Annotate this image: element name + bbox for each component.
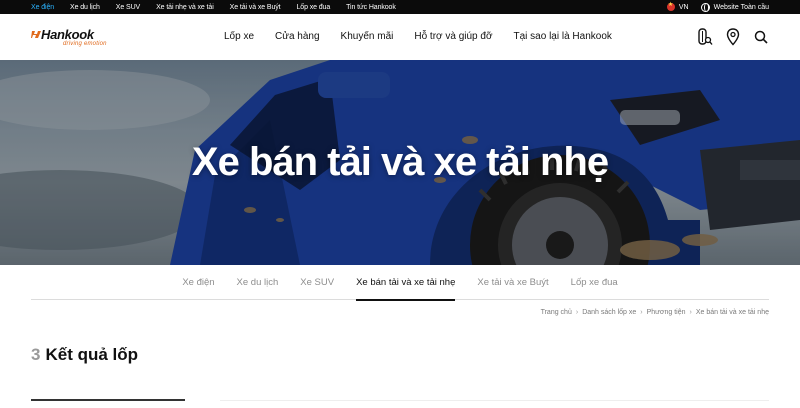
tab-pickup-light-truck[interactable]: Xe bán tải và xe tải nhẹ	[356, 265, 456, 301]
chevron-right-icon: ›	[640, 309, 643, 316]
nav-why-hankook[interactable]: Tại sao lại là Hankook	[514, 31, 612, 42]
topbar-item-racing[interactable]: Lốp xe đua	[296, 4, 330, 11]
main-header: Hankook driving emotion Lốp xe Cửa hàng …	[0, 14, 800, 60]
topbar-item-passenger[interactable]: Xe du lịch	[70, 4, 100, 11]
topbar-item-suv[interactable]: Xe SUV	[116, 4, 140, 11]
topbar-item-ev[interactable]: Xe điện	[31, 4, 54, 11]
tire-search-icon[interactable]	[696, 28, 714, 46]
globe-icon	[700, 2, 710, 12]
nav-stores[interactable]: Cửa hàng	[275, 31, 320, 42]
breadcrumb-home[interactable]: Trang chủ	[541, 309, 572, 316]
language-selector[interactable]: VN	[679, 4, 689, 11]
breadcrumb-current: Xe bán tải và xe tải nhẹ	[695, 309, 769, 316]
breadcrumb: Trang chủ › Danh sách lốp xe › Phương ti…	[541, 309, 769, 316]
filter-divider	[31, 399, 185, 401]
breadcrumb-vehicle[interactable]: Phương tiện	[647, 309, 686, 316]
tab-racing[interactable]: Lốp xe đua	[571, 265, 618, 300]
nav-support[interactable]: Hỗ trợ và giúp đỡ	[414, 31, 492, 42]
hero-title: Xe bán tải và xe tải nhẹ	[191, 140, 609, 184]
results-count: 3	[31, 345, 41, 364]
logo-wordmark: Hankook	[41, 27, 94, 42]
topbar-item-news[interactable]: Tin tức Hankook	[346, 4, 396, 11]
top-utility-bar: Xe điện Xe du lịch Xe SUV Xe tải nhẹ và …	[0, 0, 800, 14]
results-heading: 3 Kết quả lốp	[31, 345, 138, 365]
topbar-right: VN Website Toàn cầu	[666, 0, 769, 14]
hankook-logo-mark-icon	[31, 31, 41, 38]
tab-passenger[interactable]: Xe du lịch	[237, 265, 279, 300]
search-icon[interactable]	[752, 28, 770, 46]
category-tabs: Xe điện Xe du lịch Xe SUV Xe bán tải và …	[31, 265, 769, 301]
results-divider	[220, 400, 769, 401]
topbar-item-light-truck[interactable]: Xe tải nhẹ và xe tải	[156, 4, 214, 11]
nav-tires[interactable]: Lốp xe	[224, 31, 254, 42]
tab-ev[interactable]: Xe điện	[182, 265, 214, 300]
chevron-right-icon: ›	[689, 309, 692, 316]
results-label: Kết quả lốp	[45, 345, 139, 364]
main-nav: Lốp xe Cửa hàng Khuyến mãi Hỗ trợ và giú…	[224, 31, 633, 42]
breadcrumb-tire-list[interactable]: Danh sách lốp xe	[582, 309, 636, 316]
nav-promotions[interactable]: Khuyến mãi	[341, 31, 394, 42]
hero-banner: Xe bán tải và xe tải nhẹ	[0, 60, 800, 265]
header-icons	[686, 28, 770, 46]
vietnam-flag-icon[interactable]	[666, 1, 675, 11]
chevron-right-icon: ›	[575, 309, 579, 316]
global-website-link[interactable]: Website Toàn cầu	[714, 4, 769, 11]
tab-suv[interactable]: Xe SUV	[300, 265, 334, 300]
logo-tagline: driving emotion	[63, 41, 107, 47]
location-pin-icon[interactable]	[724, 28, 742, 46]
tab-truck-bus[interactable]: Xe tải và xe Buýt	[477, 265, 548, 300]
topbar-categories: Xe điện Xe du lịch Xe SUV Xe tải nhẹ và …	[0, 0, 412, 14]
hankook-logo[interactable]: Hankook driving emotion	[31, 27, 121, 49]
topbar-item-truck-bus[interactable]: Xe tải và xe Buýt	[230, 4, 281, 11]
